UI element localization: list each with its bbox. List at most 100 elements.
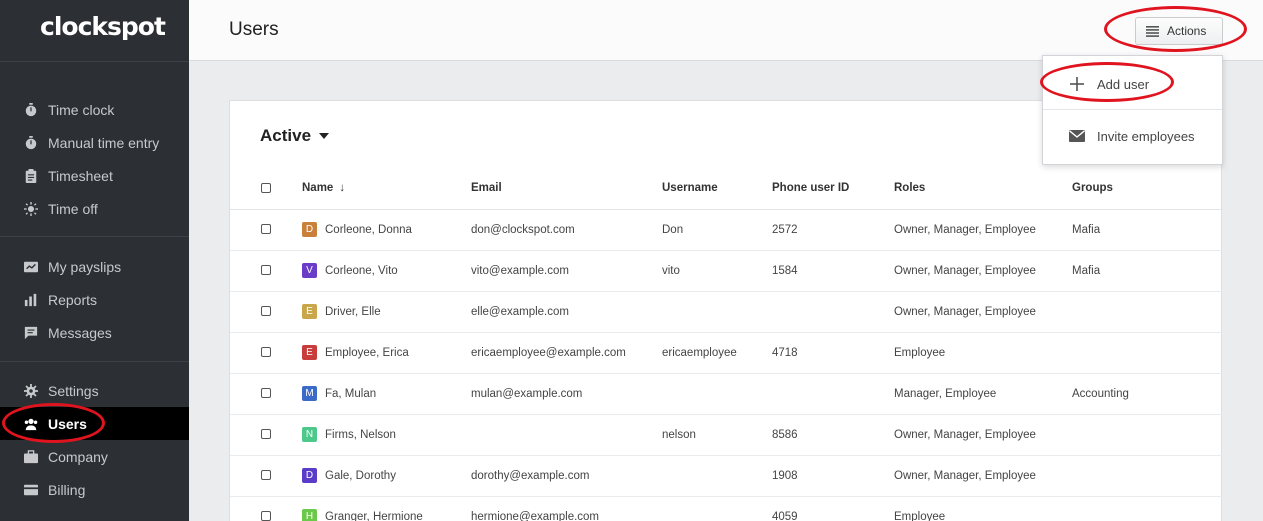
user-name-link[interactable]: D Gale, Dorothy bbox=[302, 468, 396, 483]
page-title: Users bbox=[229, 19, 279, 40]
sidebar-item-my-payslips[interactable]: My payslips bbox=[0, 250, 189, 283]
user-name: Granger, Hermione bbox=[325, 510, 423, 521]
table-row[interactable]: D Gale, Dorothy dorothy@example.com 1908 Own… bbox=[230, 455, 1223, 497]
sidebar-item-label: Reports bbox=[48, 291, 98, 308]
actions-menu: Add user Invite employees bbox=[1042, 55, 1223, 165]
user-name-link[interactable]: D Corleone, Donna bbox=[302, 222, 412, 237]
cell-phone-user-id bbox=[772, 373, 894, 415]
cell-phone-user-id: 1584 bbox=[772, 250, 894, 292]
invite-employees-menu-item[interactable]: Invite employees bbox=[1043, 110, 1222, 162]
clockspot-logo[interactable]: clockspot bbox=[40, 12, 166, 41]
row-checkbox[interactable] bbox=[261, 388, 271, 399]
cell-email: ericaemployee@example.com bbox=[471, 332, 662, 374]
plus-icon bbox=[1070, 77, 1084, 91]
user-name-link[interactable]: V Corleone, Vito bbox=[302, 263, 398, 278]
row-checkbox[interactable] bbox=[261, 511, 271, 521]
cell-phone-user-id: 4718 bbox=[772, 332, 894, 374]
add-user-menu-item[interactable]: Add user bbox=[1043, 58, 1222, 110]
column-header-roles[interactable]: Roles bbox=[894, 168, 1072, 210]
table-row[interactable]: E Driver, Elle elle@example.com Owner, Mana… bbox=[230, 291, 1223, 333]
cell-groups bbox=[1072, 332, 1223, 374]
column-header-phone-user-id[interactable]: Phone user ID bbox=[772, 168, 894, 210]
gear-icon bbox=[22, 383, 40, 399]
sidebar-item-label: Users bbox=[48, 415, 87, 432]
sidebar-item-label: Billing bbox=[48, 481, 86, 498]
sidebar-item-company[interactable]: Company bbox=[0, 440, 189, 473]
sidebar-item-timesheet[interactable]: Timesheet bbox=[0, 159, 189, 192]
cell-phone-user-id: 4059 bbox=[772, 496, 894, 521]
cell-email: mulan@example.com bbox=[471, 373, 662, 415]
sidebar-item-time-clock[interactable]: Time clock bbox=[0, 93, 189, 126]
user-name-link[interactable]: H Granger, Hermione bbox=[302, 509, 423, 521]
table-row[interactable]: M Fa, Mulan mulan@example.com Manager, Empl… bbox=[230, 373, 1223, 415]
user-name: Firms, Nelson bbox=[325, 428, 396, 441]
cell-groups: Accounting bbox=[1072, 373, 1223, 415]
sidebar-item-users[interactable]: Users bbox=[0, 407, 189, 440]
sidebar-item-messages[interactable]: Messages bbox=[0, 316, 189, 349]
cell-groups bbox=[1072, 414, 1223, 456]
avatar: N bbox=[302, 427, 317, 442]
credit-card-icon bbox=[22, 482, 40, 498]
cell-username: ericaemployee bbox=[662, 332, 772, 374]
payslip-icon bbox=[22, 259, 40, 275]
row-checkbox[interactable] bbox=[261, 265, 271, 276]
cell-roles: Manager, Employee bbox=[894, 373, 1072, 415]
column-header-groups[interactable]: Groups bbox=[1072, 168, 1223, 210]
actions-button-label: Actions bbox=[1167, 24, 1207, 38]
sidebar-divider bbox=[0, 61, 189, 62]
user-name-link[interactable]: E Driver, Elle bbox=[302, 304, 381, 319]
actions-button[interactable]: Actions bbox=[1135, 17, 1223, 45]
sidebar-item-label: Company bbox=[48, 448, 108, 465]
cell-username bbox=[662, 291, 772, 333]
cell-groups bbox=[1072, 455, 1223, 497]
stopwatch-icon bbox=[22, 135, 40, 151]
sidebar-item-billing[interactable]: Billing bbox=[0, 473, 189, 506]
row-checkbox[interactable] bbox=[261, 306, 271, 317]
table-row[interactable]: N Firms, Nelson nelson 8586 Owner, Manager, … bbox=[230, 414, 1223, 456]
cell-email bbox=[471, 414, 662, 456]
cell-groups: Mafia bbox=[1072, 250, 1223, 292]
user-name-link[interactable]: E Employee, Erica bbox=[302, 345, 409, 360]
cell-roles: Owner, Manager, Employee bbox=[894, 455, 1072, 497]
sidebar-item-label: Timesheet bbox=[48, 167, 113, 184]
user-name-link[interactable]: M Fa, Mulan bbox=[302, 386, 376, 401]
column-header-name[interactable]: Name ↓ bbox=[302, 168, 471, 210]
select-all-checkbox[interactable] bbox=[261, 183, 271, 194]
sidebar-item-manual-time-entry[interactable]: Manual time entry bbox=[0, 126, 189, 159]
avatar: E bbox=[302, 304, 317, 319]
row-checkbox[interactable] bbox=[261, 429, 271, 440]
clipboard-icon bbox=[22, 168, 40, 184]
row-checkbox[interactable] bbox=[261, 470, 271, 481]
sidebar-item-reports[interactable]: Reports bbox=[0, 283, 189, 316]
avatar: D bbox=[302, 222, 317, 237]
table-row[interactable]: V Corleone, Vito vito@example.com vito 1584 O… bbox=[230, 250, 1223, 292]
sidebar-item-settings[interactable]: Settings bbox=[0, 374, 189, 407]
chat-icon bbox=[22, 325, 40, 341]
cell-roles: Owner, Manager, Employee bbox=[894, 291, 1072, 333]
cell-email: dorothy@example.com bbox=[471, 455, 662, 497]
cell-roles: Owner, Manager, Employee bbox=[894, 250, 1072, 292]
table-row[interactable]: D Corleone, Donna don@clockspot.com Don 2572… bbox=[230, 209, 1223, 251]
user-name: Gale, Dorothy bbox=[325, 469, 396, 482]
table-row[interactable]: E Employee, Erica ericaemployee@example.co… bbox=[230, 332, 1223, 374]
user-name-link[interactable]: N Firms, Nelson bbox=[302, 427, 396, 442]
row-checkbox[interactable] bbox=[261, 347, 271, 358]
cell-phone-user-id: 8586 bbox=[772, 414, 894, 456]
cell-roles: Owner, Manager, Employee bbox=[894, 209, 1072, 251]
avatar: D bbox=[302, 468, 317, 483]
cell-email: elle@example.com bbox=[471, 291, 662, 333]
envelope-icon bbox=[1069, 130, 1085, 142]
status-filter-label: Active bbox=[260, 126, 312, 145]
column-header-username[interactable]: Username bbox=[662, 168, 772, 210]
status-filter-dropdown[interactable]: Active bbox=[260, 126, 330, 146]
sidebar-divider bbox=[0, 236, 189, 237]
sidebar-item-time-off[interactable]: Time off bbox=[0, 192, 189, 225]
row-checkbox[interactable] bbox=[261, 224, 271, 235]
table-row[interactable]: H Granger, Hermione hermione@example.com 40… bbox=[230, 496, 1223, 521]
user-name: Corleone, Vito bbox=[325, 264, 398, 277]
cell-groups bbox=[1072, 496, 1223, 521]
cell-username bbox=[662, 373, 772, 415]
cell-phone-user-id: 2572 bbox=[772, 209, 894, 251]
column-header-email[interactable]: Email bbox=[471, 168, 662, 210]
cell-groups: Mafia bbox=[1072, 209, 1223, 251]
